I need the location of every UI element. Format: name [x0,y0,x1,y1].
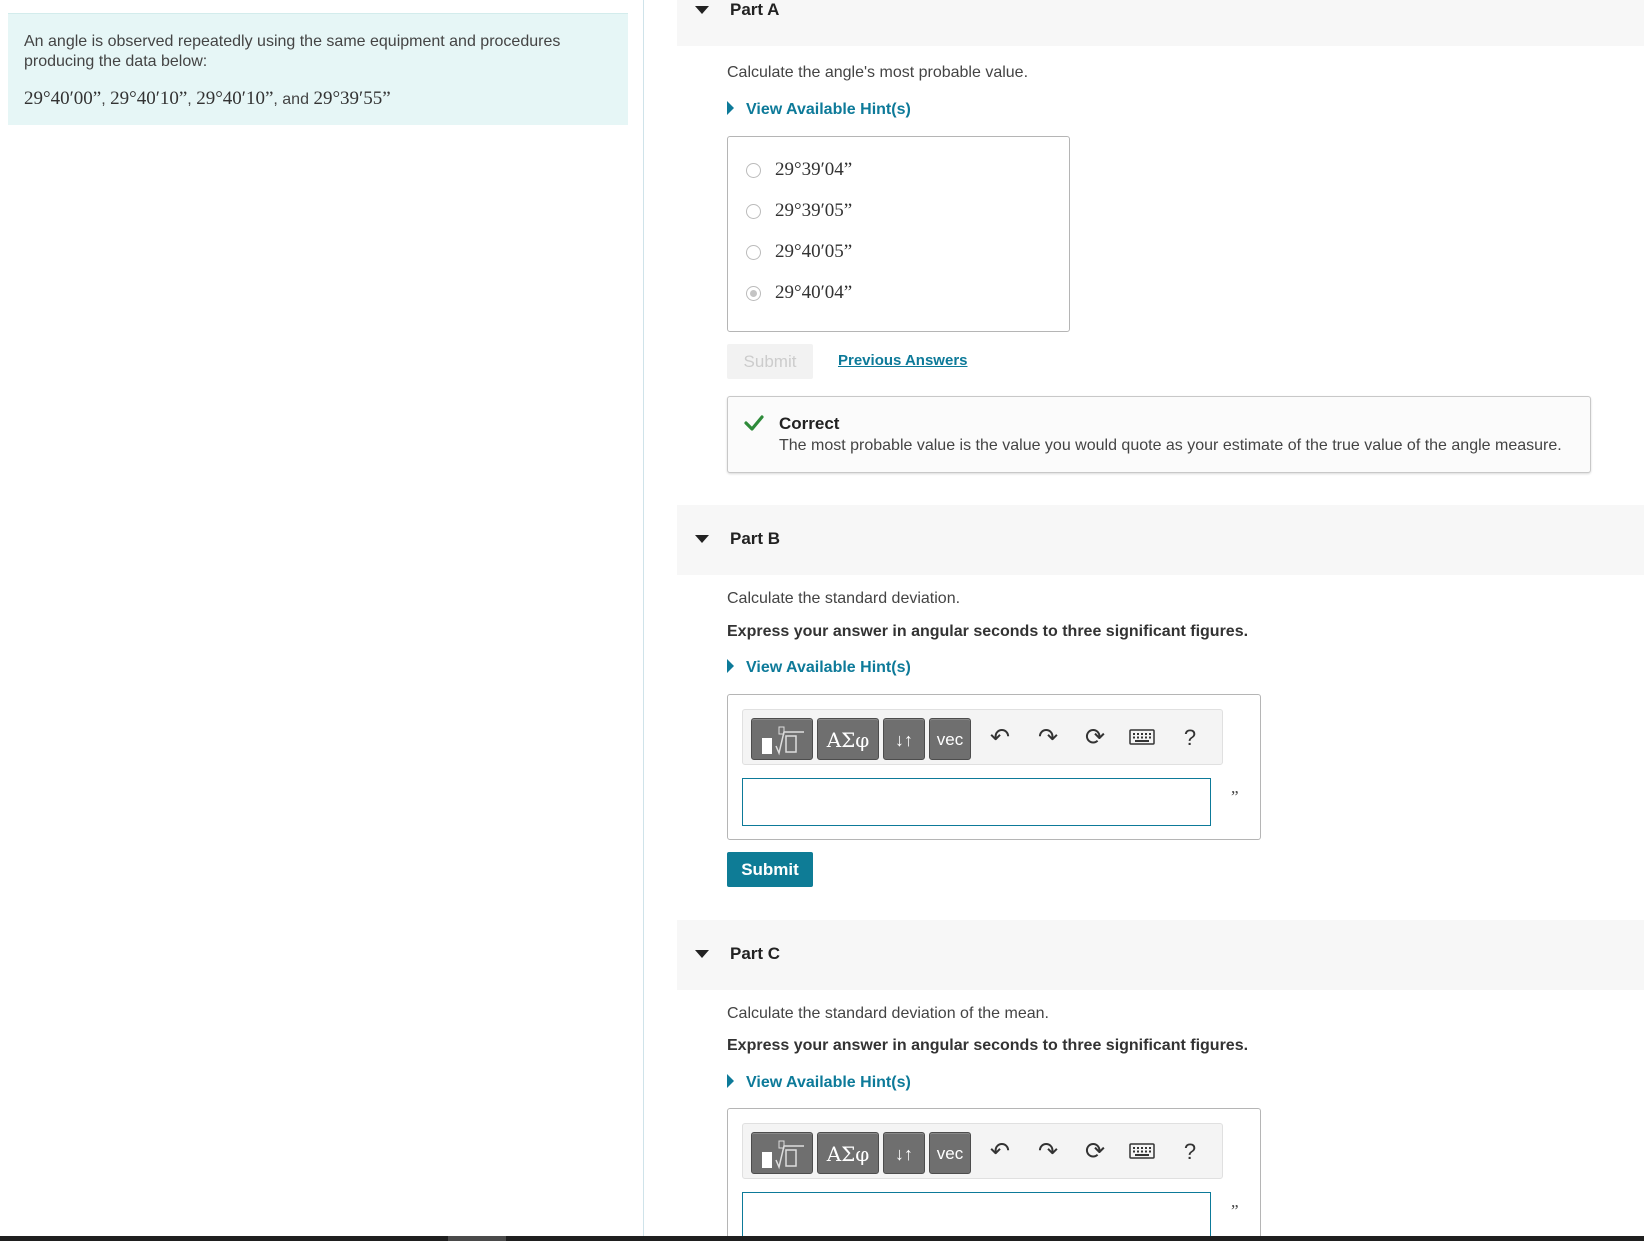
unit-label: ” [1231,1201,1239,1220]
part-a-hint-toggle[interactable]: View Available Hint(s) [727,101,911,119]
part-b-prompt: Calculate the standard deviation. [727,590,961,607]
math-toolbar: ΑΣφ ↓↑ vec ↶ ↷ ⟳ ? [742,1123,1223,1179]
correct-feedback: Correct The most probable value is the v… [727,396,1591,473]
multiple-choice-box: 29°39′04” 29°39′05” 29°40′05” 29°40′04” [727,136,1070,332]
collapse-caret-icon[interactable] [695,950,709,958]
keyboard-icon[interactable] [1127,1138,1157,1166]
templates-icon [762,726,804,756]
keyboard-glyph [1129,729,1155,745]
answer-input[interactable] [742,778,1211,826]
expand-triangle-icon [727,101,734,115]
part-b-header[interactable]: Part B [677,505,1644,575]
collapse-caret-icon[interactable] [695,6,709,14]
radio-button-selected[interactable] [746,285,761,301]
part-b-submit-button[interactable]: Submit [727,852,813,887]
part-c-hint-toggle[interactable]: View Available Hint(s) [727,1074,911,1092]
data-and: and [282,91,309,108]
keyboard-icon[interactable] [1127,724,1157,752]
part-a-header[interactable]: Part A [677,0,1644,46]
redo-icon[interactable]: ↷ [1033,724,1063,752]
part-c-header[interactable]: Part C [677,920,1644,990]
data-value: 29°40′10” [110,88,188,109]
unit-label: ” [1231,787,1239,806]
collapse-caret-icon[interactable] [695,535,709,543]
part-a-submit-button: Submit [727,344,813,379]
undo-icon[interactable]: ↶ [985,1138,1015,1166]
hint-label: View Available Hint(s) [746,659,911,676]
part-c-instruction: Express your answer in angular seconds t… [727,1037,1249,1054]
choice-label: 29°39′05” [775,200,853,221]
previous-answers-link[interactable]: Previous Answers [838,352,968,369]
part-b-instruction: Express your answer in angular seconds t… [727,623,1249,640]
math-toolbar: ΑΣφ ↓↑ vec ↶ ↷ ⟳ ? [742,709,1223,765]
part-a-prompt: Calculate the angle's most probable valu… [727,64,1029,81]
greek-symbols-button[interactable]: ΑΣφ [817,1132,879,1174]
taskbar-strip [0,1236,1644,1241]
keyboard-glyph [1129,1143,1155,1159]
radio-button[interactable] [746,203,761,219]
problem-pane: An angle is observed repeatedly using th… [0,0,644,1236]
subscript-superscript-button[interactable]: ↓↑ [883,1132,925,1174]
data-separator: , [273,91,278,108]
choice-label: 29°40′04” [775,282,853,303]
choice-label: 29°40′05” [775,241,853,262]
checkmark-icon [744,415,764,431]
part-b-title: Part B [730,529,781,548]
help-icon[interactable]: ? [1175,1138,1205,1166]
feedback-text: The most probable value is the value you… [779,437,1562,454]
data-separator: , [101,91,106,108]
choice-option-selected[interactable]: 29°40′04” [746,282,852,304]
greek-symbols-button[interactable]: ΑΣφ [817,718,879,760]
part-b-answer-box: ΑΣφ ↓↑ vec ↶ ↷ ⟳ ? ” [727,694,1261,840]
part-a-title: Part A [730,0,780,19]
redo-icon[interactable]: ↷ [1033,1138,1063,1166]
reset-icon[interactable]: ⟳ [1080,724,1110,752]
data-separator: , [187,91,192,108]
templates-button[interactable] [751,718,813,760]
feedback-title: Correct [779,414,840,433]
taskbar-segment [448,1236,506,1241]
data-value: 29°40′10” [196,88,274,109]
data-value: 29°39′55” [313,88,391,109]
choice-label: 29°39′04” [775,159,853,180]
part-c-prompt: Calculate the standard deviation of the … [727,1005,1049,1022]
templates-button[interactable] [751,1132,813,1174]
reset-icon[interactable]: ⟳ [1080,1138,1110,1166]
answer-input[interactable] [742,1192,1211,1240]
expand-triangle-icon [727,1074,734,1088]
problem-intro: An angle is observed repeatedly using th… [24,33,561,70]
templates-icon [762,1140,804,1170]
vector-button[interactable]: vec [929,1132,971,1174]
hint-label: View Available Hint(s) [746,101,911,118]
data-value: 29°40′00” [24,88,102,109]
subscript-superscript-button[interactable]: ↓↑ [883,718,925,760]
choice-option[interactable]: 29°39′04” [746,159,852,181]
question-pane: Part A Calculate the angle's most probab… [677,0,1644,1241]
vector-button[interactable]: vec [929,718,971,760]
part-c-answer-box: ΑΣφ ↓↑ vec ↶ ↷ ⟳ ? ” [727,1108,1261,1241]
problem-statement: An angle is observed repeatedly using th… [8,13,628,125]
radio-button[interactable] [746,162,761,178]
choice-option[interactable]: 29°39′05” [746,200,852,222]
choice-option[interactable]: 29°40′05” [746,241,852,263]
undo-icon[interactable]: ↶ [985,724,1015,752]
hint-label: View Available Hint(s) [746,1074,911,1091]
expand-triangle-icon [727,659,734,673]
help-icon[interactable]: ? [1175,724,1205,752]
part-b-hint-toggle[interactable]: View Available Hint(s) [727,659,911,677]
problem-data: 29°40′00”, 29°40′10”, 29°40′10”, and 29°… [24,88,612,110]
part-c-title: Part C [730,944,781,963]
radio-button[interactable] [746,244,761,260]
